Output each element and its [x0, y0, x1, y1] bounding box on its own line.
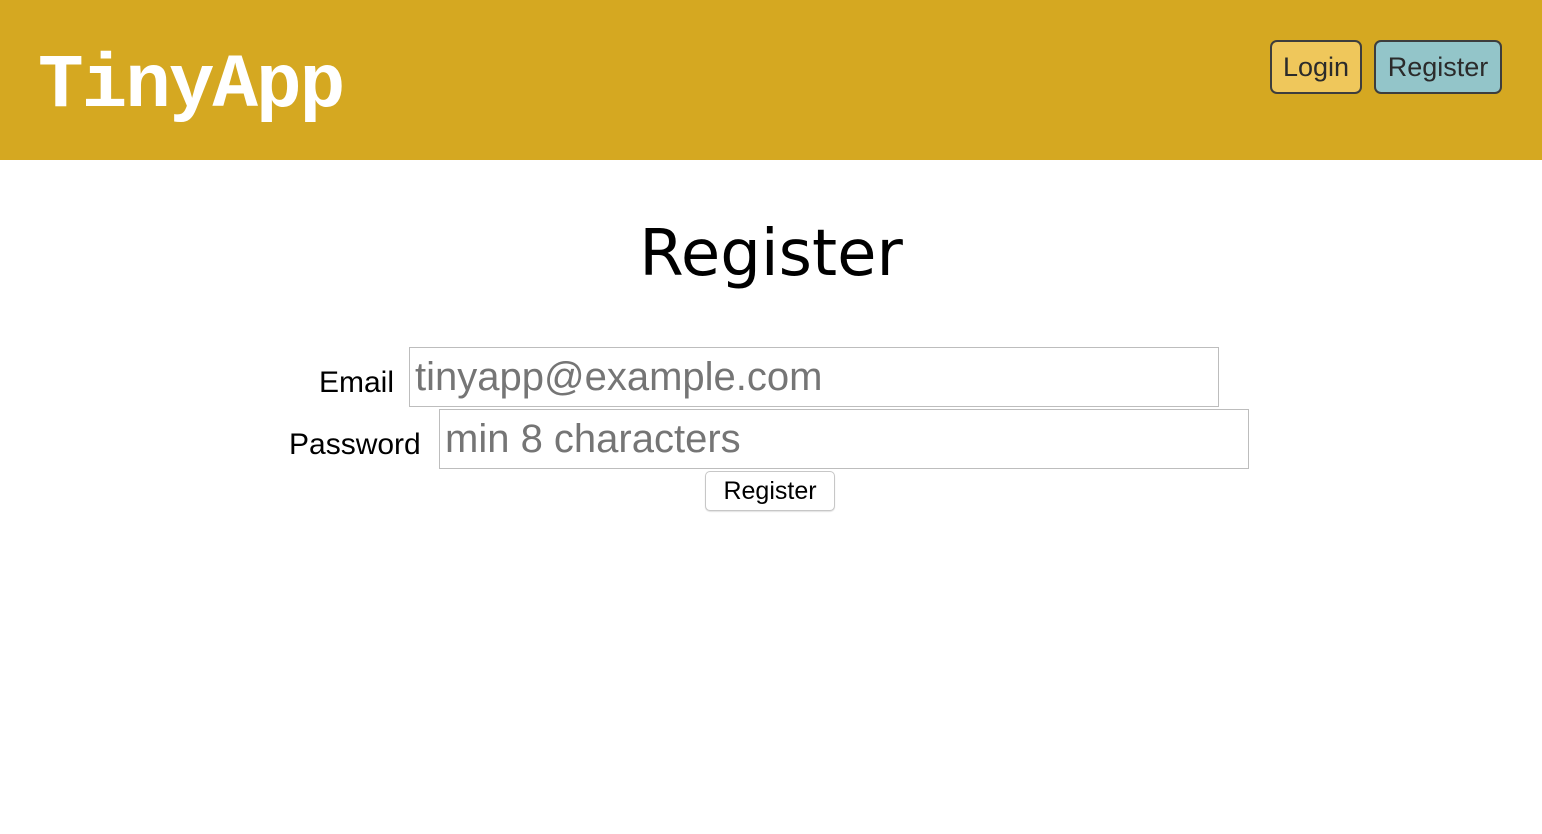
password-label: Password — [289, 428, 421, 461]
email-field[interactable] — [409, 347, 1219, 407]
register-nav-button[interactable]: Register — [1374, 40, 1502, 94]
site-header: TinyApp Login Register — [0, 0, 1542, 160]
password-field[interactable] — [439, 409, 1249, 469]
page-title: Register — [639, 217, 903, 291]
login-nav-button[interactable]: Login — [1270, 40, 1362, 94]
register-submit-button[interactable]: Register — [705, 471, 835, 511]
email-label: Email — [319, 366, 395, 399]
brand-logo[interactable]: TinyApp — [38, 38, 345, 134]
